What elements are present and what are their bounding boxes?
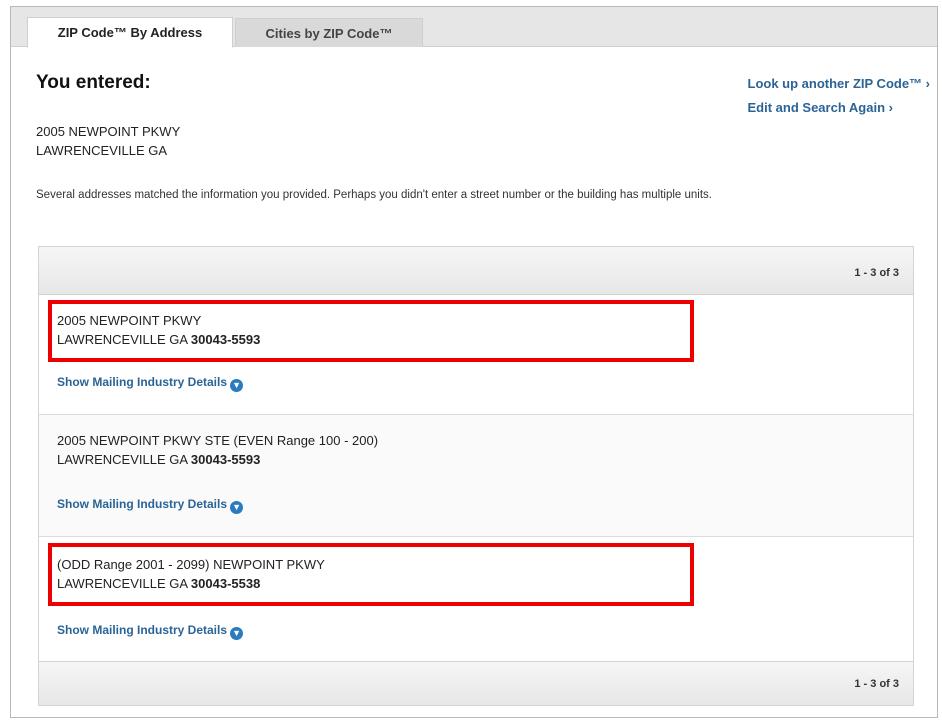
results-panel: 1 - 3 of 3 2005 NEWPOINT PKWY LAWRENCEVI… <box>38 246 914 706</box>
chevron-down-circle-icon: ▼ <box>230 501 244 514</box>
result-row: 2005 NEWPOINT PKWY STE (EVEN Range 100 -… <box>39 415 913 537</box>
lookup-another-zip-link[interactable]: Look up another ZIP Code™ › <box>748 76 930 91</box>
results-footer: 1 - 3 of 3 <box>39 661 913 705</box>
tab-cities-by-zip[interactable]: Cities by ZIP Code™ <box>235 18 423 47</box>
side-links: Look up another ZIP Code™ › Edit and Sea… <box>748 76 930 124</box>
result-row: (ODD Range 2001 - 2099) NEWPOINT PKWY LA… <box>39 537 913 661</box>
show-mailing-details-link[interactable]: Show Mailing Industry Details ▼ <box>57 623 244 640</box>
chevron-down-circle-icon: ▼ <box>230 379 244 392</box>
results-range-top: 1 - 3 of 3 <box>854 267 899 279</box>
result-city-zip: LAWRENCEVILLE GA 30043-5538 <box>57 574 325 593</box>
result-address: 2005 NEWPOINT PKWY STE (EVEN Range 100 -… <box>57 431 378 469</box>
results-range-bottom: 1 - 3 of 3 <box>854 678 899 690</box>
page-heading: You entered: <box>36 72 151 93</box>
details-link-label: Show Mailing Industry Details <box>57 623 228 637</box>
tab-bar: ZIP Code™ By Address Cities by ZIP Code™ <box>11 7 937 48</box>
result-city-state: LAWRENCEVILLE GA <box>57 576 188 591</box>
tab-zip-by-address[interactable]: ZIP Code™ By Address <box>27 17 233 48</box>
result-address: 2005 NEWPOINT PKWY LAWRENCEVILLE GA 3004… <box>57 311 260 349</box>
result-zip: 30043-5593 <box>190 332 261 347</box>
chevron-down-circle-icon: ▼ <box>230 627 244 640</box>
show-mailing-details-link[interactable]: Show Mailing Industry Details ▼ <box>57 375 244 392</box>
result-zip: 30043-5593 <box>190 452 261 467</box>
result-street: 2005 NEWPOINT PKWY <box>57 313 202 328</box>
results-header: 1 - 3 of 3 <box>39 247 913 295</box>
result-city-zip: LAWRENCEVILLE GA 30043-5593 <box>57 330 260 349</box>
result-zip: 30043-5538 <box>190 576 261 591</box>
result-row: 2005 NEWPOINT PKWY LAWRENCEVILLE GA 3004… <box>39 295 913 415</box>
details-link-label: Show Mailing Industry Details <box>57 497 228 511</box>
result-street: (ODD Range 2001 - 2099) NEWPOINT PKWY <box>57 557 325 572</box>
result-city-state: LAWRENCEVILLE GA <box>57 452 188 467</box>
show-mailing-details-link[interactable]: Show Mailing Industry Details ▼ <box>57 497 244 514</box>
multiple-match-notice: Several addresses matched the informatio… <box>36 189 712 201</box>
details-link-label: Show Mailing Industry Details <box>57 375 228 389</box>
entered-address-line1: 2005 NEWPOINT PKWY <box>36 124 181 139</box>
result-city-zip: LAWRENCEVILLE GA 30043-5593 <box>57 450 378 469</box>
result-city-state: LAWRENCEVILLE GA <box>57 332 188 347</box>
entered-address-line2: LAWRENCEVILLE GA <box>36 143 168 158</box>
entered-address: 2005 NEWPOINT PKWY LAWRENCEVILLE GA <box>36 122 180 160</box>
result-street: 2005 NEWPOINT PKWY STE (EVEN Range 100 -… <box>57 433 379 448</box>
result-address: (ODD Range 2001 - 2099) NEWPOINT PKWY LA… <box>57 555 325 593</box>
edit-search-again-link[interactable]: Edit and Search Again › <box>748 100 930 115</box>
